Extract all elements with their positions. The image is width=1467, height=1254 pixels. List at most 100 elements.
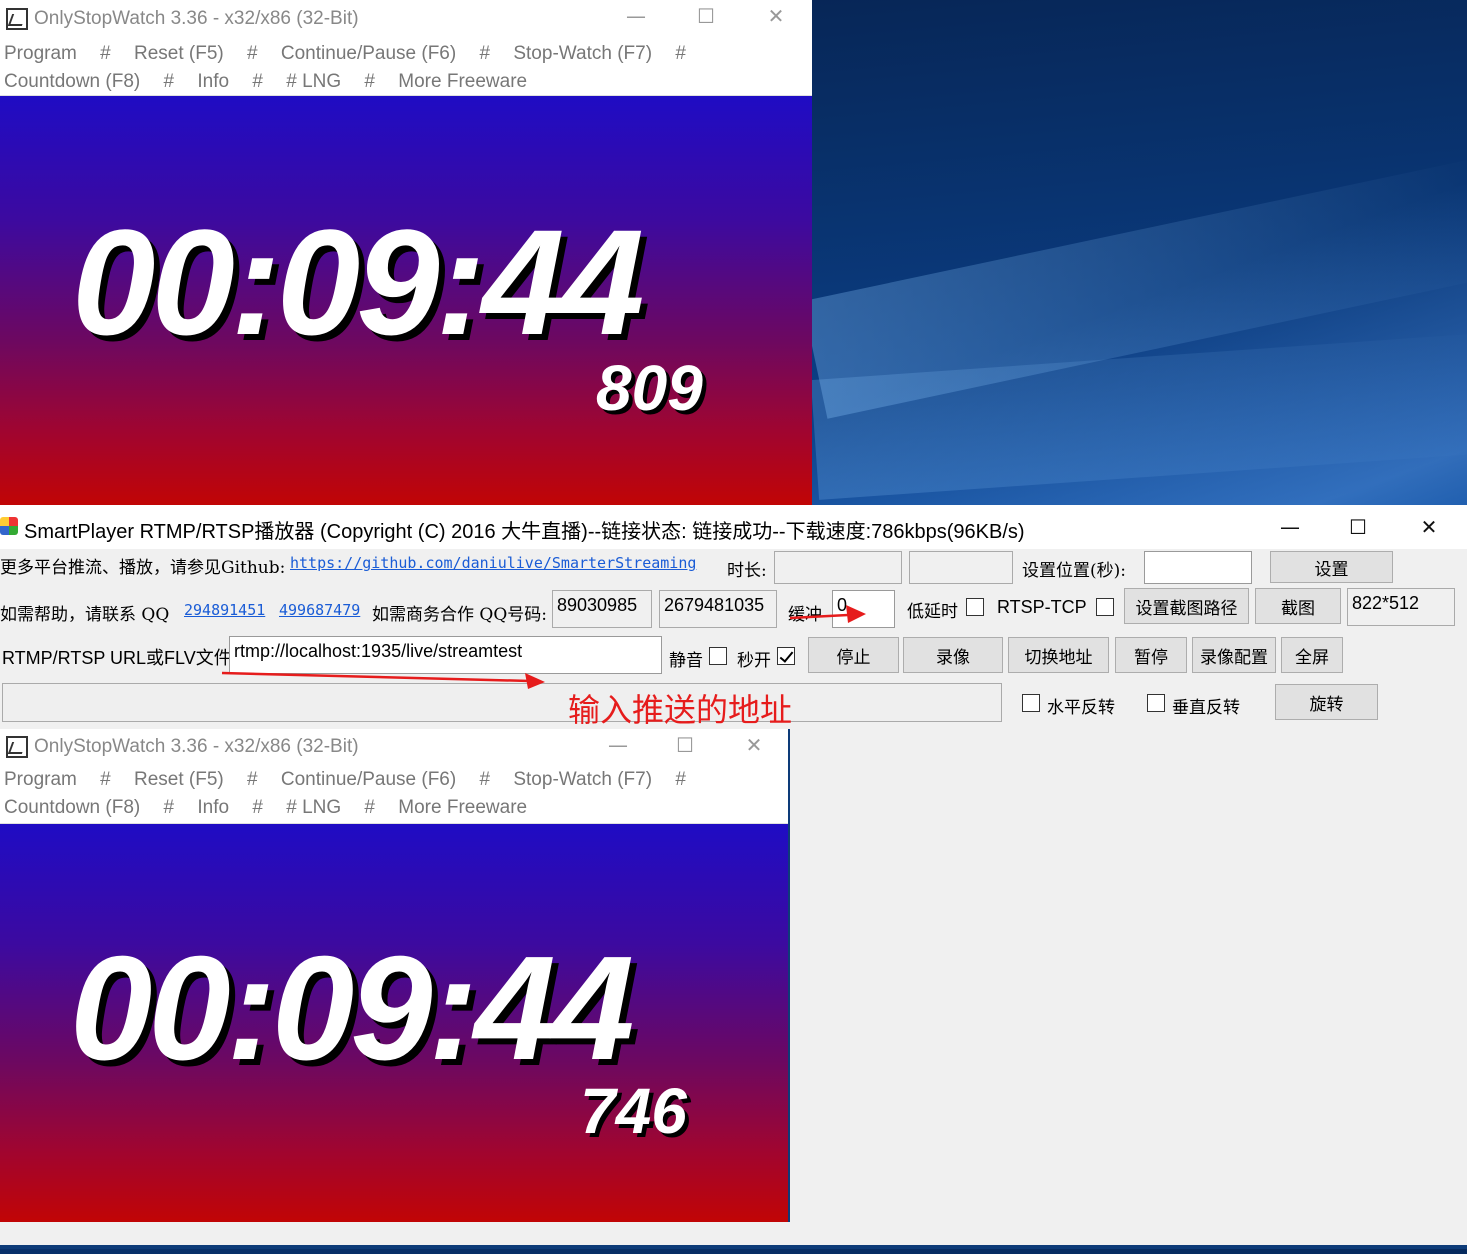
close-icon[interactable]: ✕ (752, 0, 800, 32)
stop-button[interactable]: 停止 (808, 637, 899, 673)
menu-lng[interactable]: # LNG (286, 797, 341, 818)
menu-separator: # (252, 71, 263, 92)
window-title: OnlyStopWatch 3.36 - x32/x86 (32-Bit) (34, 735, 359, 757)
menu-separator: # (479, 43, 491, 64)
maximize-icon[interactable]: ☐ (661, 729, 709, 761)
hflip-label: 水平反转 (1047, 698, 1115, 718)
maximize-icon[interactable]: ☐ (1334, 511, 1382, 543)
menu-separator: # (675, 43, 686, 64)
menu-separator: # (252, 797, 263, 818)
menu-separator: # (364, 71, 375, 92)
hflip-checkbox[interactable] (1022, 694, 1040, 712)
menu-separator: # (163, 797, 175, 818)
status-bar-field (2, 683, 1002, 722)
instant-open-checkbox[interactable] (777, 647, 795, 665)
url-label: RTMP/RTSP URL或FLV文件: (2, 648, 237, 668)
menu-program[interactable]: Program (4, 769, 77, 790)
maximize-icon[interactable]: ☐ (682, 0, 730, 32)
rtsp-tcp-checkbox[interactable] (1096, 598, 1114, 616)
clock-milliseconds: 809 (596, 352, 703, 424)
buffer-label: 缓冲 (788, 605, 822, 625)
set-button[interactable]: 设置 (1270, 551, 1393, 583)
menu-lng[interactable]: # LNG (286, 71, 341, 92)
window-title: OnlyStopWatch 3.36 - x32/x86 (32-Bit) (34, 8, 359, 29)
menu-stop-watch[interactable]: Stop-Watch (F7) (513, 769, 652, 790)
menu-continue-pause[interactable]: Continue/Pause (F6) (281, 769, 456, 790)
menu-bar: Program # Reset (F5) # Continue/Pause (F… (0, 38, 812, 96)
clock-display: 00:09:44 746 (0, 824, 788, 1222)
clock-display: 00:09:44 809 (0, 96, 812, 505)
vflip-checkbox[interactable] (1147, 694, 1165, 712)
buffer-input[interactable]: 0 (832, 590, 895, 628)
minimize-icon[interactable]: — (612, 0, 660, 32)
business-qq-1: 89030985 (552, 590, 652, 628)
title-bar[interactable]: OnlyStopWatch 3.36 - x32/x86 (32-Bit) — … (0, 729, 788, 764)
annotation-arrow-line (221, 671, 531, 683)
pause-button[interactable]: 暂停 (1115, 637, 1187, 673)
low-latency-checkbox[interactable] (966, 598, 984, 616)
close-icon[interactable]: ✕ (1405, 511, 1453, 543)
title-bar[interactable]: OnlyStopWatch 3.36 - x32/x86 (32-Bit) — … (0, 0, 812, 38)
rotate-button[interactable]: 旋转 (1275, 684, 1378, 720)
minimize-icon[interactable]: — (1266, 511, 1314, 543)
help-label: 如需帮助，请联系 QQ (0, 605, 170, 625)
stopwatch-window-bottom[interactable]: OnlyStopWatch 3.36 - x32/x86 (32-Bit) — … (0, 729, 790, 1222)
menu-separator: # (247, 769, 258, 790)
menu-reset[interactable]: Reset (F5) (134, 769, 224, 790)
rtsp-tcp-label: RTSP-TCP (997, 597, 1087, 617)
menu-info[interactable]: Info (197, 71, 229, 92)
clock-time: 00:09:44 (72, 198, 644, 366)
github-link[interactable]: https://github.com/daniulive/SmarterStre… (290, 554, 696, 572)
smartplayer-app-icon (0, 517, 18, 535)
clock-time: 00:09:44 (70, 926, 634, 1091)
menu-separator: # (479, 769, 491, 790)
menu-separator: # (100, 769, 111, 790)
minimize-icon[interactable]: — (594, 729, 642, 761)
low-latency-label: 低延时 (907, 602, 958, 622)
menu-bar: Program # Reset (F5) # Continue/Pause (F… (0, 764, 788, 824)
menu-more-freeware[interactable]: More Freeware (398, 71, 527, 92)
window-title: SmartPlayer RTMP/RTSP播放器 (Copyright (C) … (24, 521, 1025, 543)
clock-milliseconds: 746 (580, 1075, 687, 1147)
github-label: 更多平台推流、播放，请参见Github: (0, 558, 286, 578)
menu-info[interactable]: Info (197, 797, 229, 818)
menu-separator: # (247, 43, 258, 64)
fullscreen-button[interactable]: 全屏 (1281, 637, 1343, 673)
mute-label: 静音 (669, 651, 703, 671)
menu-program[interactable]: Program (4, 43, 77, 64)
title-bar[interactable]: SmartPlayer RTMP/RTSP播放器 (Copyright (C) … (0, 505, 1467, 549)
duration-field (774, 551, 902, 584)
menu-continue-pause[interactable]: Continue/Pause (F6) (281, 43, 456, 64)
url-input[interactable]: rtmp://localhost:1935/live/streamtest (229, 636, 662, 674)
menu-more-freeware[interactable]: More Freeware (398, 797, 527, 818)
qq-link-1[interactable]: 294891451 (184, 601, 265, 619)
vflip-label: 垂直反转 (1172, 698, 1240, 718)
annotation-text: 输入推送的地址 (568, 691, 793, 729)
menu-separator: # (364, 797, 375, 818)
switch-url-button[interactable]: 切换地址 (1008, 637, 1109, 673)
business-label: 如需商务合作 QQ号码: (372, 605, 548, 625)
stopwatch-window-top[interactable]: OnlyStopWatch 3.36 - x32/x86 (32-Bit) — … (0, 0, 812, 505)
record-button[interactable]: 录像 (903, 637, 1003, 673)
duration-field-2 (909, 551, 1013, 584)
menu-separator: # (675, 769, 686, 790)
menu-stop-watch[interactable]: Stop-Watch (F7) (513, 43, 652, 64)
resolution-field: 822*512 (1347, 588, 1455, 626)
record-config-button[interactable]: 录像配置 (1192, 637, 1276, 673)
set-position-input[interactable] (1144, 551, 1252, 584)
duration-label: 时长: (727, 561, 767, 581)
mute-checkbox[interactable] (709, 647, 727, 665)
business-qq-2: 2679481035 (659, 590, 777, 628)
stopwatch-app-icon (6, 8, 28, 30)
qq-link-2[interactable]: 499687479 (279, 601, 360, 619)
stopwatch-app-icon (6, 735, 28, 758)
snapshot-button[interactable]: 截图 (1255, 588, 1341, 624)
menu-separator: # (163, 71, 175, 92)
menu-countdown[interactable]: Countdown (F8) (4, 797, 140, 818)
instant-open-label: 秒开 (737, 651, 771, 671)
menu-countdown[interactable]: Countdown (F8) (4, 71, 140, 92)
set-snapshot-path-button[interactable]: 设置截图路径 (1124, 588, 1249, 624)
close-icon[interactable]: ✕ (730, 729, 778, 761)
menu-reset[interactable]: Reset (F5) (134, 43, 224, 64)
menu-separator: # (100, 43, 111, 64)
